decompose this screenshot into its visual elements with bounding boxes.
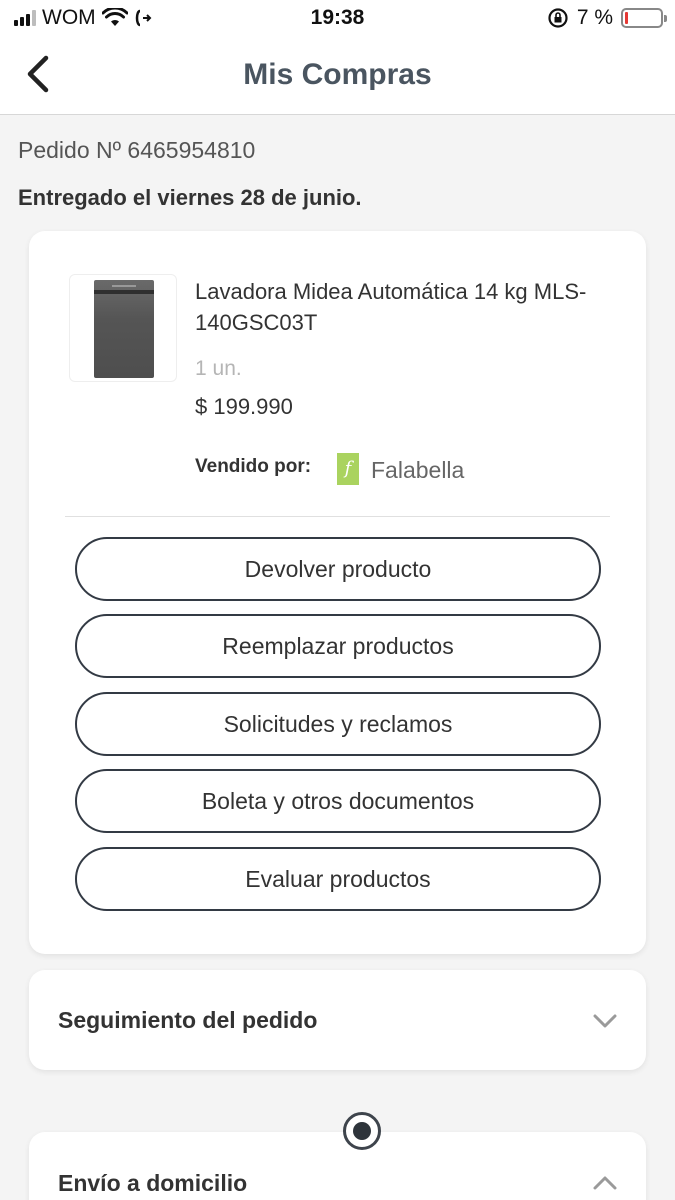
washing-machine-icon: [94, 280, 154, 378]
timeline-dot-icon: [343, 1112, 381, 1150]
home-delivery-title: Envío a domicilio: [58, 1170, 248, 1196]
product-name[interactable]: Lavadora Midea Automática 14 kg MLS-140G…: [195, 276, 615, 338]
page-title: Mis Compras: [243, 58, 432, 91]
rate-products-button[interactable]: Evaluar productos: [75, 847, 601, 911]
product-card: Lavadora Midea Automática 14 kg MLS-140G…: [29, 231, 646, 954]
status-bar: WOM 19:38 7 %: [0, 0, 675, 38]
chevron-up-icon[interactable]: [592, 1170, 618, 1196]
order-number: Pedido Nº 6465954810: [18, 137, 256, 163]
receipt-documents-button[interactable]: Boleta y otros documentos: [75, 769, 601, 833]
seller-name: Falabella: [371, 457, 465, 483]
home-delivery-section[interactable]: Envío a domicilio: [29, 1132, 646, 1200]
product-price: $ 199.990: [195, 394, 293, 419]
rotation-lock-icon: [548, 8, 568, 28]
battery-percentage: 7 %: [576, 6, 613, 29]
chevron-down-icon[interactable]: [592, 1008, 618, 1034]
sold-by-label: Vendido por:: [195, 456, 312, 477]
status-right: 7 %: [547, 6, 667, 30]
order-tracking-section[interactable]: Seguimiento del pedido: [29, 970, 646, 1070]
battery-fill: [625, 12, 628, 24]
order-tracking-title: Seguimiento del pedido: [58, 1007, 318, 1033]
replace-products-button[interactable]: Reemplazar productos: [75, 614, 601, 678]
falabella-logo-icon: f: [337, 453, 359, 485]
delivery-status: Entregado el viernes 28 de junio.: [18, 185, 362, 210]
battery-icon: [621, 8, 667, 28]
product-image[interactable]: [69, 274, 177, 382]
return-product-button[interactable]: Devolver producto: [75, 537, 601, 601]
app-header: Mis Compras: [0, 38, 675, 115]
divider: [65, 516, 610, 517]
requests-claims-button[interactable]: Solicitudes y reclamos: [75, 692, 601, 756]
product-quantity: 1 un.: [195, 357, 242, 380]
